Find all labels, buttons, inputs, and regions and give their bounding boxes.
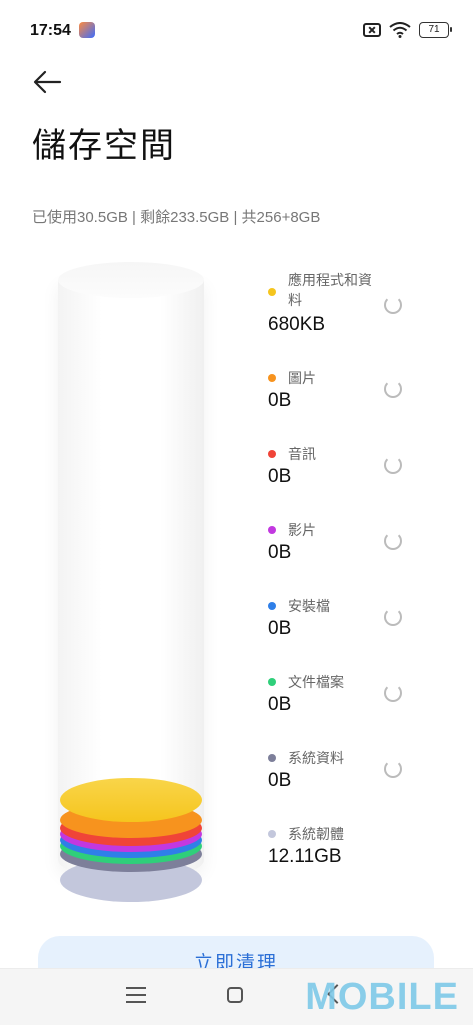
purple-dot-icon: [268, 526, 276, 534]
legend-label: 系統韌體: [288, 826, 344, 842]
legend-label: 音訊: [288, 446, 316, 462]
legend-value: 680KB: [268, 314, 326, 335]
storage-slice: [60, 778, 202, 822]
legend-value: 0B: [268, 466, 292, 487]
loading-spinner-icon: [384, 760, 402, 778]
legend-value: 0B: [268, 618, 292, 639]
cylinder-top: [58, 262, 204, 298]
loading-spinner-icon: [384, 532, 402, 550]
loading-spinner-icon: [384, 296, 402, 314]
legend-value: 0B: [268, 770, 292, 791]
legend-value: 0B: [268, 390, 292, 411]
legend-label: 影片: [288, 522, 316, 538]
legend-value: 0B: [268, 694, 292, 715]
home-icon[interactable]: [227, 987, 243, 1003]
lavender-dot-icon: [268, 830, 276, 838]
legend-label: 文件檔案: [288, 674, 344, 690]
loading-spinner-icon: [384, 380, 402, 398]
legend-label: 應用程式和資料: [288, 272, 372, 308]
loading-spinner-icon: [384, 684, 402, 702]
page-title: 儲存空間: [32, 127, 176, 165]
legend-value: 12.11GB: [268, 846, 342, 867]
back-arrow-icon[interactable]: [28, 64, 68, 100]
menu-icon[interactable]: [126, 987, 146, 1003]
legend-label: 系統資料: [288, 750, 344, 766]
wifi-icon: [389, 22, 411, 38]
red-dot-icon: [268, 450, 276, 458]
loading-spinner-icon: [384, 608, 402, 626]
green-dot-icon: [268, 678, 276, 686]
watermark-logo: MOBILE: [305, 976, 459, 1018]
usage-summary: 已使用30.5GB | 剩餘233.5GB | 共256+8GB: [32, 209, 321, 226]
loading-spinner-icon: [384, 456, 402, 474]
no-sim-icon: [363, 23, 381, 37]
storage-cylinder-chart: [58, 262, 204, 902]
gray-dot-icon: [268, 754, 276, 762]
legend-label: 安裝檔: [288, 598, 330, 614]
orange-dot-icon: [268, 374, 276, 382]
status-bar: 17:54 71: [0, 0, 473, 62]
legend-label: 圖片: [288, 370, 316, 386]
app-notification-icon: [79, 22, 95, 38]
battery-icon: 71: [419, 22, 452, 38]
legend-value: 0B: [268, 542, 292, 563]
blue-dot-icon: [268, 602, 276, 610]
status-time: 17:54: [30, 22, 71, 39]
status-icons: 71: [363, 22, 452, 38]
yellow-dot-icon: [268, 288, 276, 296]
